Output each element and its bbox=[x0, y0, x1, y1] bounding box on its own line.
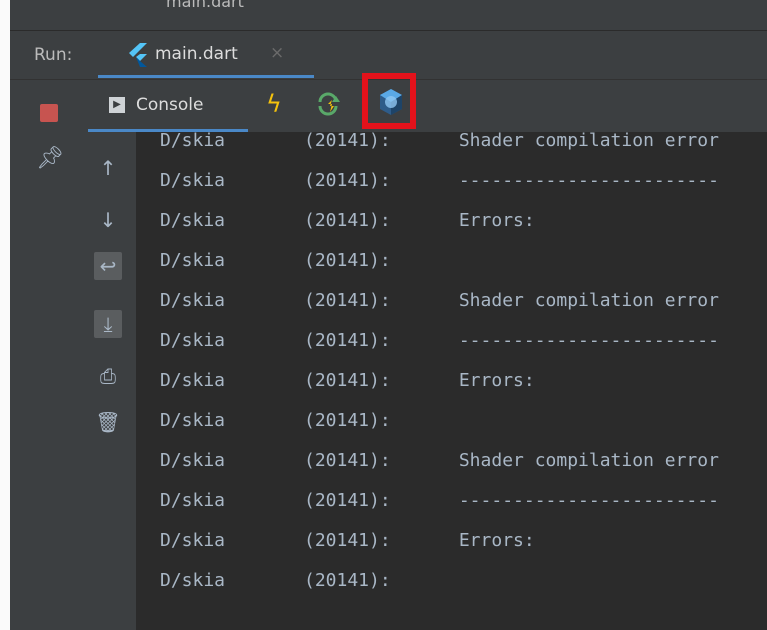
console-header: ▶ Console ϟ bbox=[70, 73, 767, 132]
lightning-icon[interactable]: ϟ bbox=[266, 90, 282, 118]
run-label: Run: bbox=[34, 45, 73, 65]
log-line: D/skia (20141): Shader compilation error bbox=[160, 450, 719, 471]
pin-icon[interactable]: 📌︎ bbox=[36, 146, 64, 171]
tab-console[interactable]: ▶ Console bbox=[88, 80, 248, 132]
log-line: D/skia (20141): bbox=[160, 410, 391, 431]
trash-icon[interactable]: 🗑︎ bbox=[94, 408, 122, 436]
run-tab-main-dart[interactable]: main.dart × bbox=[98, 31, 314, 78]
log-line: D/skia (20141): bbox=[160, 570, 391, 591]
flutter-icon bbox=[129, 43, 147, 67]
log-line: D/skia (20141): Errors: bbox=[160, 370, 535, 391]
console-tab-label: Console bbox=[136, 95, 204, 115]
log-line: D/skia (20141): ------------------------ bbox=[160, 330, 719, 351]
log-line: D/skia (20141): ------------------------ bbox=[160, 490, 719, 511]
scroll-to-end-icon[interactable]: ⤓ bbox=[94, 310, 122, 338]
arrow-up-icon[interactable]: ↑ bbox=[94, 154, 122, 182]
log-line: D/skia (20141): Errors: bbox=[160, 530, 535, 551]
console-output[interactable]: D/skia (20141): Shader compilation error … bbox=[136, 132, 767, 630]
log-line: D/skia (20141): bbox=[160, 250, 391, 271]
log-line: D/skia (20141): Errors: bbox=[160, 210, 535, 231]
soft-wrap-icon[interactable]: ↩ bbox=[94, 252, 122, 280]
console-side-toolbar: ↑ ↓ ↩ ⤓ ⎙ 🗑︎ bbox=[70, 132, 136, 630]
log-line: D/skia (20141): Shader compilation error bbox=[160, 132, 719, 151]
editor-tab-label[interactable]: main.dart bbox=[166, 0, 244, 11]
run-tab-title: main.dart bbox=[155, 44, 238, 64]
restart-icon[interactable] bbox=[314, 90, 342, 118]
run-tool-window: main.dart Run: main.dart × 📌︎ ▶ Console … bbox=[10, 0, 767, 630]
flutter-devtools-icon[interactable] bbox=[376, 87, 406, 117]
arrow-down-icon[interactable]: ↓ bbox=[94, 206, 122, 234]
log-line: D/skia (20141): Shader compilation error bbox=[160, 290, 719, 311]
run-actions-toolbar: 📌︎ bbox=[10, 80, 71, 630]
log-line: D/skia (20141): ------------------------ bbox=[160, 170, 719, 191]
highlight-box bbox=[362, 73, 416, 129]
stop-icon[interactable] bbox=[40, 104, 58, 122]
editor-tab-strip: main.dart bbox=[10, 0, 767, 31]
print-icon[interactable]: ⎙ bbox=[94, 362, 122, 390]
close-icon[interactable]: × bbox=[270, 43, 284, 63]
console-icon: ▶ bbox=[109, 97, 125, 113]
